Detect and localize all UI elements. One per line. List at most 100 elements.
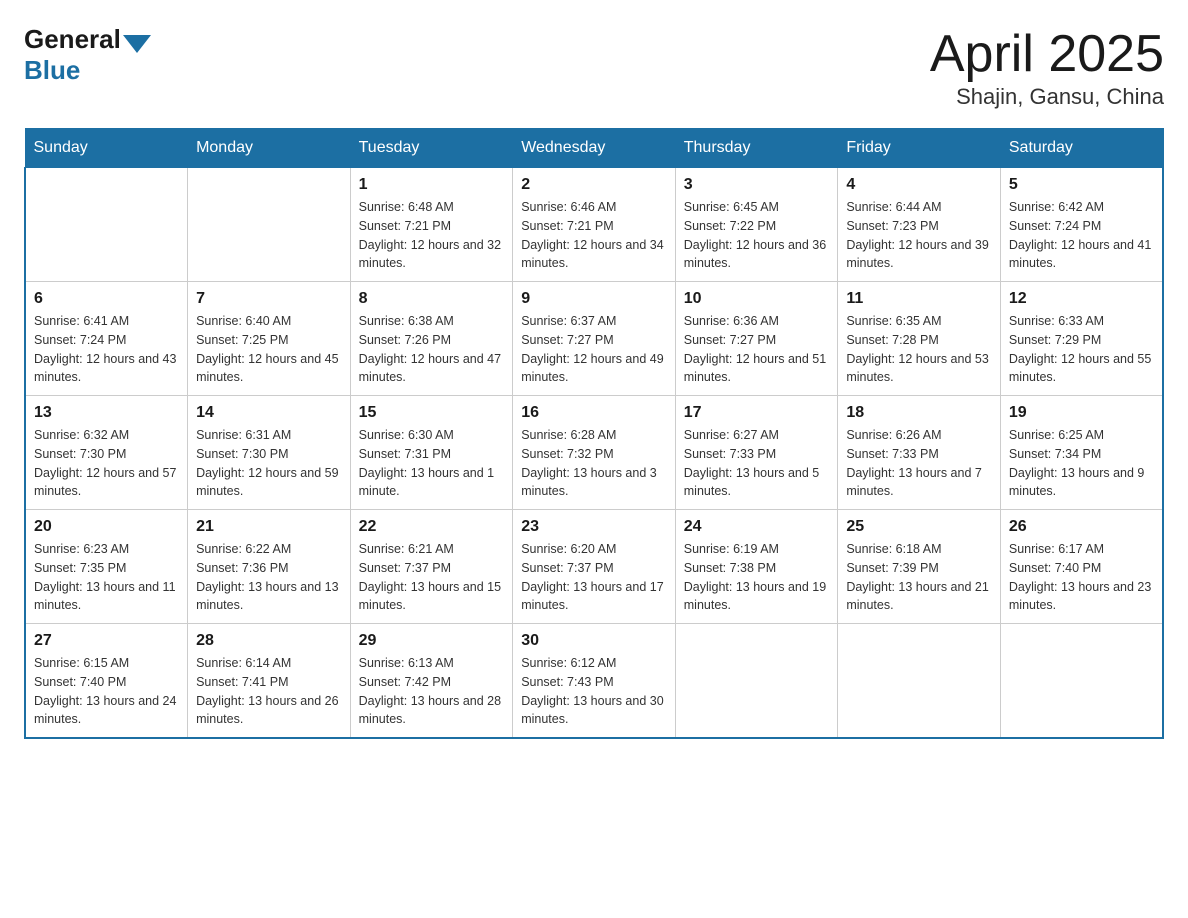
calendar-cell: 26 Sunrise: 6:17 AMSunset: 7:40 PMDayligh… [1000, 510, 1163, 624]
day-info: Sunrise: 6:42 AMSunset: 7:24 PMDaylight:… [1009, 198, 1154, 273]
day-number: 16 [521, 404, 667, 422]
day-number: 12 [1009, 290, 1154, 308]
calendar-cell: 17 Sunrise: 6:27 AMSunset: 7:33 PMDayligh… [675, 396, 838, 510]
day-number: 11 [846, 290, 992, 308]
calendar-cell: 8 Sunrise: 6:38 AMSunset: 7:26 PMDaylight… [350, 282, 513, 396]
day-number: 25 [846, 518, 992, 536]
header-cell-friday: Friday [838, 129, 1001, 168]
calendar-cell [838, 624, 1001, 739]
day-number: 7 [196, 290, 342, 308]
month-title: April 2025 [930, 24, 1164, 84]
header-cell-sunday: Sunday [25, 129, 188, 168]
day-info: Sunrise: 6:38 AMSunset: 7:26 PMDaylight:… [359, 312, 505, 387]
day-info: Sunrise: 6:12 AMSunset: 7:43 PMDaylight:… [521, 654, 667, 729]
day-info: Sunrise: 6:33 AMSunset: 7:29 PMDaylight:… [1009, 312, 1154, 387]
calendar-cell: 6Sunrise: 6:41 AMSunset: 7:24 PMDaylight… [25, 282, 188, 396]
day-info: Sunrise: 6:15 AMSunset: 7:40 PMDaylight:… [34, 654, 179, 729]
calendar-cell: 10Sunrise: 6:36 AMSunset: 7:27 PMDayligh… [675, 282, 838, 396]
calendar-cell: 30Sunrise: 6:12 AMSunset: 7:43 PMDayligh… [513, 624, 676, 739]
calendar-cell: 23 Sunrise: 6:20 AMSunset: 7:37 PMDayligh… [513, 510, 676, 624]
day-info: Sunrise: 6:27 AMSunset: 7:33 PMDaylight:… [684, 426, 830, 501]
day-number: 22 [359, 518, 505, 536]
day-info: Sunrise: 6:48 AMSunset: 7:21 PMDaylight:… [359, 198, 505, 273]
day-info: Sunrise: 6:13 AMSunset: 7:42 PMDaylight:… [359, 654, 505, 729]
header-cell-wednesday: Wednesday [513, 129, 676, 168]
day-info: Sunrise: 6:44 AMSunset: 7:23 PMDaylight:… [846, 198, 992, 273]
day-number: 2 [521, 176, 667, 194]
day-info: Sunrise: 6:28 AMSunset: 7:32 PMDaylight:… [521, 426, 667, 501]
calendar-cell: 1 Sunrise: 6:48 AMSunset: 7:21 PMDaylight… [350, 168, 513, 282]
calendar-header: SundayMondayTuesdayWednesdayThursdayFrid… [25, 129, 1163, 168]
header-cell-thursday: Thursday [675, 129, 838, 168]
day-info: Sunrise: 6:14 AMSunset: 7:41 PMDaylight:… [196, 654, 342, 729]
calendar-week-row: 27 Sunrise: 6:15 AMSunset: 7:40 PMDayligh… [25, 624, 1163, 739]
day-number: 26 [1009, 518, 1154, 536]
day-info: Sunrise: 6:26 AMSunset: 7:33 PMDaylight:… [846, 426, 992, 501]
calendar-cell: 11Sunrise: 6:35 AMSunset: 7:28 PMDayligh… [838, 282, 1001, 396]
calendar-cell: 3 Sunrise: 6:45 AMSunset: 7:22 PMDaylight… [675, 168, 838, 282]
day-info: Sunrise: 6:40 AMSunset: 7:25 PMDaylight:… [196, 312, 342, 387]
calendar-cell: 25 Sunrise: 6:18 AMSunset: 7:39 PMDayligh… [838, 510, 1001, 624]
day-info: Sunrise: 6:46 AMSunset: 7:21 PMDaylight:… [521, 198, 667, 273]
day-number: 18 [846, 404, 992, 422]
day-number: 3 [684, 176, 830, 194]
calendar-cell: 18 Sunrise: 6:26 AMSunset: 7:33 PMDayligh… [838, 396, 1001, 510]
day-number: 17 [684, 404, 830, 422]
day-info: Sunrise: 6:22 AMSunset: 7:36 PMDaylight:… [196, 540, 342, 615]
calendar-cell: 4 Sunrise: 6:44 AMSunset: 7:23 PMDaylight… [838, 168, 1001, 282]
day-info: Sunrise: 6:41 AMSunset: 7:24 PMDaylight:… [34, 312, 179, 387]
day-number: 28 [196, 632, 342, 650]
calendar-week-row: 20 Sunrise: 6:23 AMSunset: 7:35 PMDayligh… [25, 510, 1163, 624]
calendar-cell: 12 Sunrise: 6:33 AMSunset: 7:29 PMDayligh… [1000, 282, 1163, 396]
logo-blue-text: Blue [24, 55, 80, 85]
calendar-cell: 7 Sunrise: 6:40 AMSunset: 7:25 PMDaylight… [188, 282, 351, 396]
day-number: 19 [1009, 404, 1154, 422]
title-block: April 2025 Shajin, Gansu, China [930, 24, 1164, 110]
day-info: Sunrise: 6:19 AMSunset: 7:38 PMDaylight:… [684, 540, 830, 615]
header-cell-tuesday: Tuesday [350, 129, 513, 168]
calendar-cell: 9 Sunrise: 6:37 AMSunset: 7:27 PMDaylight… [513, 282, 676, 396]
day-info: Sunrise: 6:23 AMSunset: 7:35 PMDaylight:… [34, 540, 179, 615]
day-number: 1 [359, 176, 505, 194]
day-number: 15 [359, 404, 505, 422]
calendar-body: 1 Sunrise: 6:48 AMSunset: 7:21 PMDaylight… [25, 168, 1163, 739]
day-info: Sunrise: 6:21 AMSunset: 7:37 PMDaylight:… [359, 540, 505, 615]
day-number: 20 [34, 518, 179, 536]
calendar-cell: 29 Sunrise: 6:13 AMSunset: 7:42 PMDayligh… [350, 624, 513, 739]
logo-general-text: General [24, 24, 121, 55]
day-info: Sunrise: 6:45 AMSunset: 7:22 PMDaylight:… [684, 198, 830, 273]
day-number: 4 [846, 176, 992, 194]
day-info: Sunrise: 6:20 AMSunset: 7:37 PMDaylight:… [521, 540, 667, 615]
calendar-cell: 28 Sunrise: 6:14 AMSunset: 7:41 PMDayligh… [188, 624, 351, 739]
calendar-cell [675, 624, 838, 739]
header-cell-monday: Monday [188, 129, 351, 168]
day-info: Sunrise: 6:37 AMSunset: 7:27 PMDaylight:… [521, 312, 667, 387]
logo: General Blue [24, 24, 153, 86]
calendar-cell: 13Sunrise: 6:32 AMSunset: 7:30 PMDayligh… [25, 396, 188, 510]
calendar-cell: 22 Sunrise: 6:21 AMSunset: 7:37 PMDayligh… [350, 510, 513, 624]
logo-arrow-icon [123, 35, 151, 53]
day-number: 23 [521, 518, 667, 536]
day-info: Sunrise: 6:30 AMSunset: 7:31 PMDaylight:… [359, 426, 505, 501]
location-title: Shajin, Gansu, China [930, 84, 1164, 110]
calendar-cell [25, 168, 188, 282]
day-number: 8 [359, 290, 505, 308]
day-info: Sunrise: 6:18 AMSunset: 7:39 PMDaylight:… [846, 540, 992, 615]
calendar-cell: 20 Sunrise: 6:23 AMSunset: 7:35 PMDayligh… [25, 510, 188, 624]
header-cell-saturday: Saturday [1000, 129, 1163, 168]
calendar-cell: 19 Sunrise: 6:25 AMSunset: 7:34 PMDayligh… [1000, 396, 1163, 510]
day-number: 10 [684, 290, 830, 308]
day-number: 24 [684, 518, 830, 536]
day-info: Sunrise: 6:25 AMSunset: 7:34 PMDaylight:… [1009, 426, 1154, 501]
day-number: 13 [34, 404, 179, 422]
day-number: 29 [359, 632, 505, 650]
day-info: Sunrise: 6:17 AMSunset: 7:40 PMDaylight:… [1009, 540, 1154, 615]
calendar-cell: 2 Sunrise: 6:46 AMSunset: 7:21 PMDaylight… [513, 168, 676, 282]
calendar-cell [1000, 624, 1163, 739]
day-number: 27 [34, 632, 179, 650]
calendar-cell [188, 168, 351, 282]
calendar-cell: 5Sunrise: 6:42 AMSunset: 7:24 PMDaylight… [1000, 168, 1163, 282]
day-number: 9 [521, 290, 667, 308]
header-row: SundayMondayTuesdayWednesdayThursdayFrid… [25, 129, 1163, 168]
calendar-cell: 14Sunrise: 6:31 AMSunset: 7:30 PMDayligh… [188, 396, 351, 510]
